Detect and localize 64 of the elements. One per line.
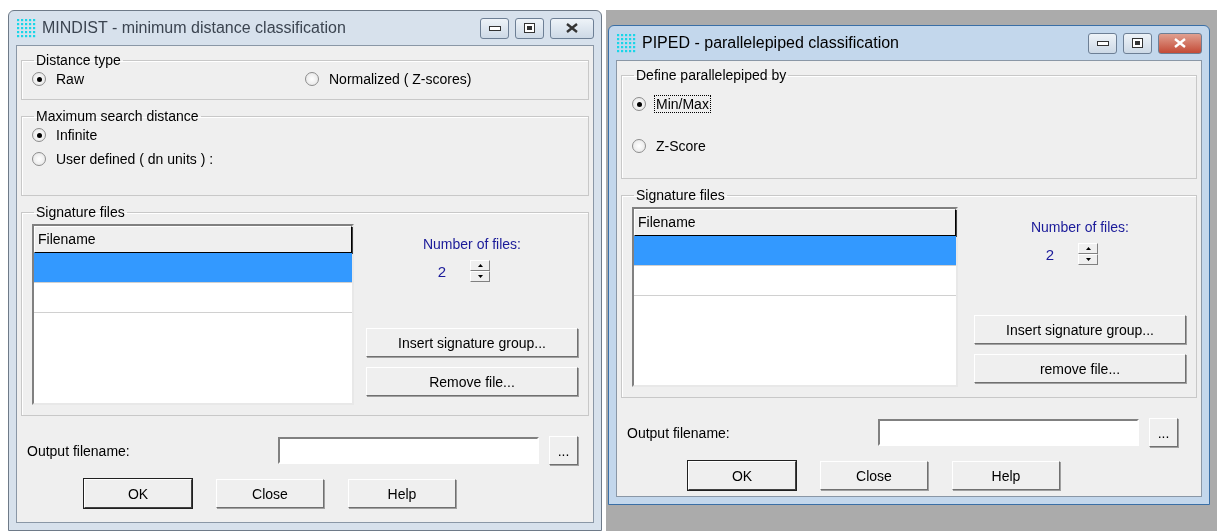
spin-up-button[interactable] xyxy=(1078,243,1099,254)
radio-label: Infinite xyxy=(55,126,99,144)
caret-down-icon xyxy=(477,275,483,278)
dialog-button[interactable]: OK xyxy=(84,479,192,508)
column-header[interactable]: Filename xyxy=(34,226,352,253)
dialog-button[interactable]: Help xyxy=(952,461,1060,490)
count-label: Number of files: xyxy=(422,236,521,252)
minimize-icon xyxy=(488,25,501,31)
field-label: Output filename: xyxy=(627,424,731,441)
caret-up-icon xyxy=(477,264,483,267)
radio-button[interactable] xyxy=(32,128,46,142)
file-list[interactable]: Filename xyxy=(32,224,354,405)
radio-button[interactable] xyxy=(32,152,46,166)
radio-label: User defined ( dn units ) : xyxy=(55,150,215,168)
group-label: Maximum search distance xyxy=(35,108,200,124)
dialog-button[interactable]: Close xyxy=(820,461,928,490)
spin-down-button[interactable] xyxy=(1078,254,1099,265)
maximize-button[interactable] xyxy=(1123,32,1152,54)
browse-button[interactable]: ... xyxy=(549,436,578,465)
radio-label: Normalized ( Z-scores) xyxy=(328,70,473,88)
grid-icon xyxy=(616,33,636,53)
radio-button[interactable] xyxy=(305,72,319,86)
radio-button[interactable] xyxy=(632,139,646,153)
window-title: PIPED - parallelepiped classification xyxy=(642,34,900,52)
grid-icon xyxy=(16,18,36,38)
dialog-button[interactable]: OK xyxy=(688,461,796,490)
radio-button[interactable] xyxy=(32,72,46,86)
close-icon xyxy=(1174,38,1186,48)
caret-up-icon xyxy=(1085,247,1091,250)
group-label: Distance type xyxy=(35,52,122,68)
count-value: 2 xyxy=(437,262,447,280)
maximize-icon xyxy=(1132,38,1143,48)
window-title: MINDIST - minimum distance classification xyxy=(42,19,347,37)
action-button[interactable]: Insert signature group... xyxy=(366,328,578,357)
maximize-button[interactable] xyxy=(515,17,544,39)
maximize-icon xyxy=(524,23,535,33)
radio-label: Z-Score xyxy=(655,137,707,155)
radio-label: Raw xyxy=(55,70,85,88)
count-value: 2 xyxy=(1045,245,1055,263)
spin-up-button[interactable] xyxy=(470,260,491,271)
file-list[interactable]: Filename xyxy=(632,207,958,387)
dialog-button[interactable]: Help xyxy=(348,479,456,508)
group-label: Signature files xyxy=(635,187,726,203)
minimize-button[interactable] xyxy=(480,17,509,39)
close-button[interactable] xyxy=(550,17,594,39)
close-icon xyxy=(566,23,578,33)
output-filename-field[interactable] xyxy=(878,419,1139,446)
dialog-button[interactable]: Close xyxy=(216,479,324,508)
minimize-icon xyxy=(1096,40,1109,46)
group-label: Signature files xyxy=(35,204,126,220)
action-button[interactable]: Remove file... xyxy=(366,367,578,396)
action-button[interactable]: Insert signature group... xyxy=(974,315,1186,344)
column-header[interactable]: Filename xyxy=(634,209,956,236)
radio-button[interactable] xyxy=(632,97,646,111)
group-label: Define parallelepiped by xyxy=(635,67,788,83)
minimize-button[interactable] xyxy=(1088,32,1117,54)
action-button[interactable]: remove file... xyxy=(974,354,1186,383)
caret-down-icon xyxy=(1085,258,1091,261)
output-filename-field[interactable] xyxy=(278,437,539,464)
spin-down-button[interactable] xyxy=(470,271,491,282)
field-label: Output filename: xyxy=(27,442,131,459)
radio-label: Min/Max xyxy=(654,95,711,113)
browse-button[interactable]: ... xyxy=(1149,418,1178,447)
count-label: Number of files: xyxy=(1030,219,1129,235)
